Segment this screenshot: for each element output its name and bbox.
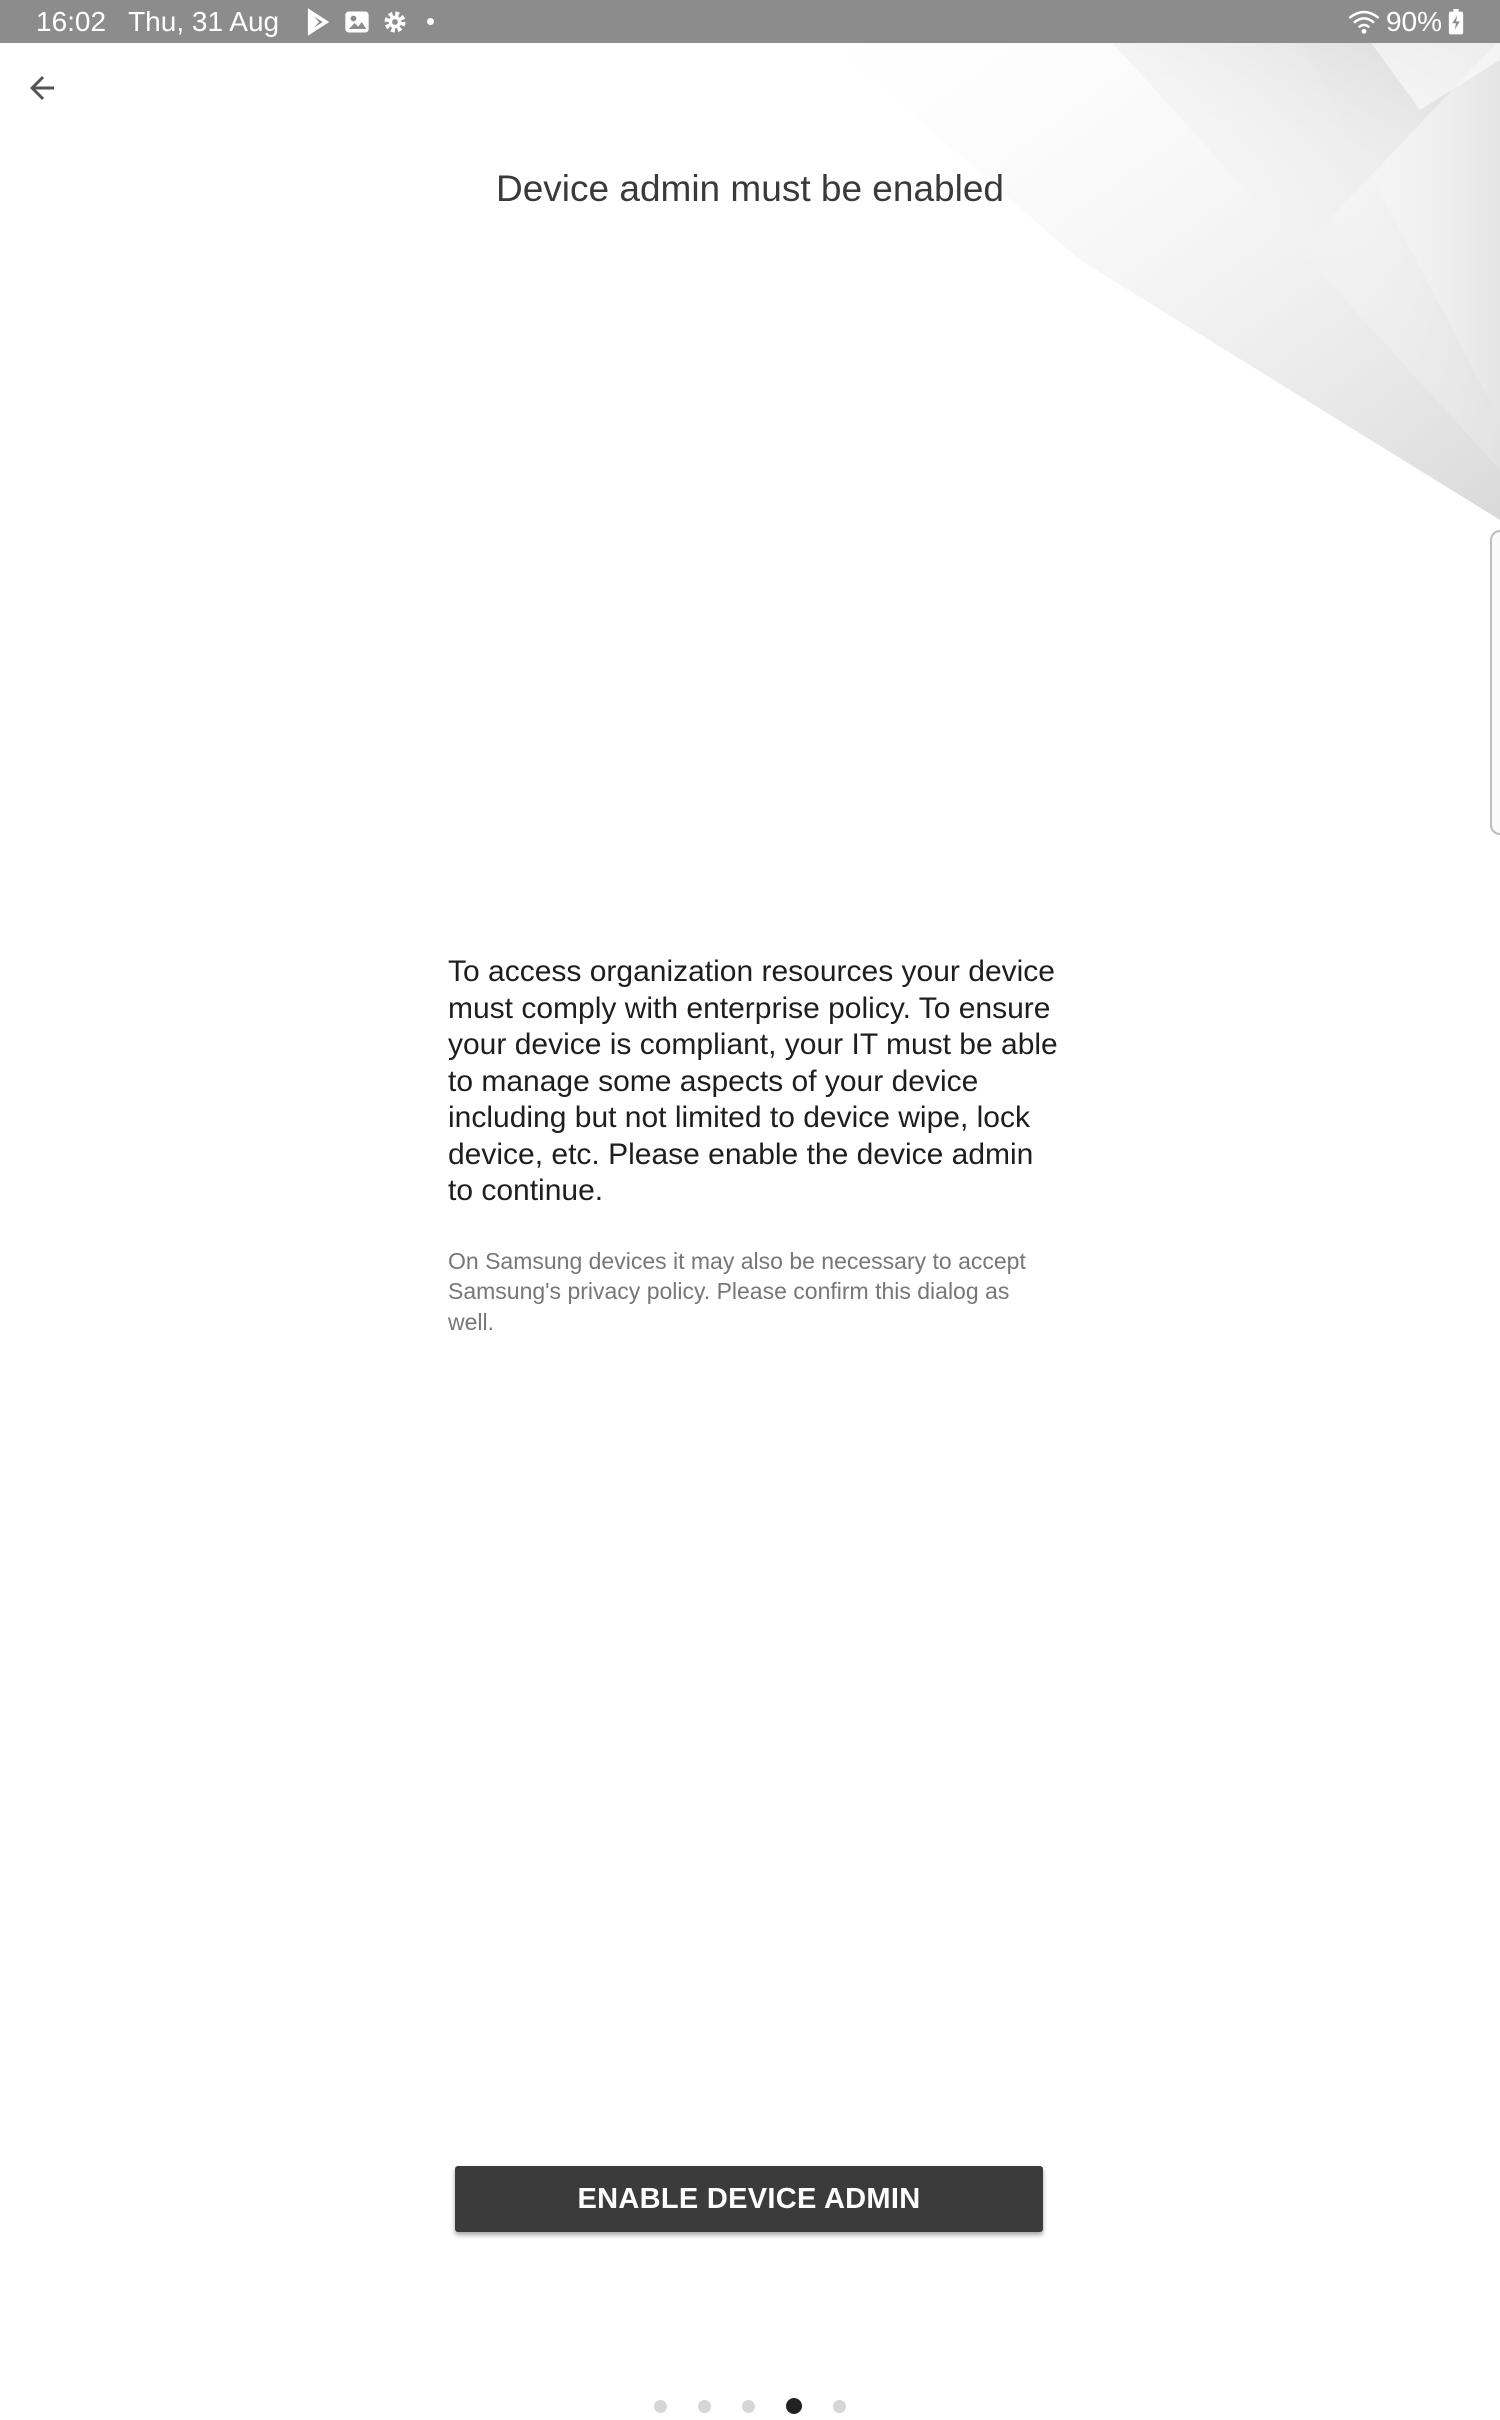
more-notifications-dot [427,18,435,25]
play-store-icon [308,7,330,36]
page-dot [742,2399,755,2413]
status-left: 16:02 Thu, 31 Aug [36,5,435,38]
status-bar: 16:02 Thu, 31 Aug 90% [0,0,1500,43]
edge-panel-handle[interactable] [1490,530,1500,835]
page-title: Device admin must be enabled [495,168,1004,209]
arrow-back-icon [30,76,54,100]
page-dot [833,2399,846,2413]
settings-icon [384,10,406,32]
samsung-note: On Samsung devices it may also be necess… [448,1247,1026,1335]
page-dot [698,2399,711,2413]
status-date: Thu, 31 Aug [128,5,280,37]
photo-icon [345,11,369,32]
wifi-icon [1348,10,1380,34]
battery-level: 90% [1385,5,1442,37]
page-dot [654,2399,667,2413]
enable-device-admin-button[interactable]: ENABLE DEVICE ADMIN [455,2166,1043,2232]
notification-icons [305,7,435,36]
back-button[interactable] [14,60,70,116]
content-area: To access organization resources your de… [448,954,1058,1337]
page-indicator [0,2398,1500,2414]
battery-charging-icon [1448,8,1464,34]
policy-description: To access organization resources your de… [448,955,1058,1207]
status-time: 16:02 [36,5,107,37]
page-dot-active [786,2398,802,2414]
background-facets [780,0,1500,520]
status-right: 90% [1348,6,1464,38]
